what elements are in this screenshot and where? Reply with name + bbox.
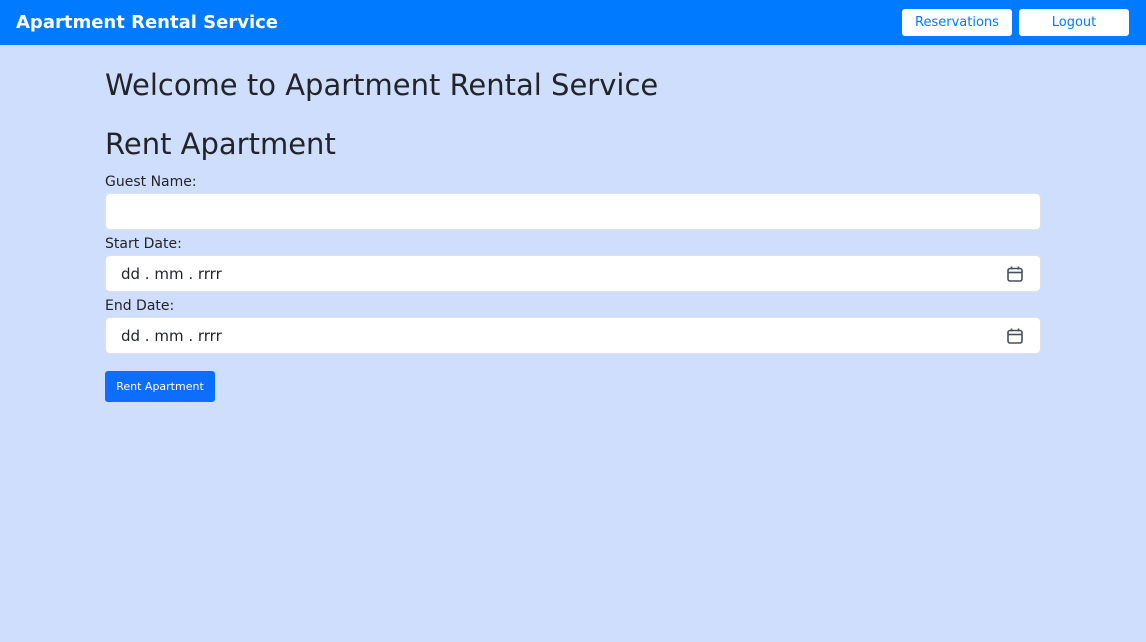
logout-button[interactable]: Logout (1019, 9, 1129, 36)
calendar-icon[interactable] (1006, 327, 1024, 345)
end-date-label: End Date: (105, 298, 175, 314)
start-date-label: Start Date: (105, 236, 182, 252)
top-navbar: Apartment Rental Service Reservations Lo… (0, 0, 1146, 45)
brand-title[interactable]: Apartment Rental Service (16, 11, 278, 35)
start-date-input[interactable]: dd . mm . rrrr (105, 255, 1041, 292)
rent-apartment-button[interactable]: Rent Apartment (105, 371, 215, 402)
end-date-input[interactable]: dd . mm . rrrr (105, 317, 1041, 354)
guest-name-input[interactable] (106, 194, 1040, 229)
guest-name-field-container (105, 193, 1041, 230)
welcome-heading: Welcome to Apartment Rental Service (105, 68, 659, 102)
start-date-display: dd . mm . rrrr (121, 265, 222, 283)
guest-name-label: Guest Name: (105, 174, 197, 190)
reservations-button[interactable]: Reservations (902, 9, 1012, 36)
form-title: Rent Apartment (105, 127, 336, 161)
end-date-display: dd . mm . rrrr (121, 327, 222, 345)
calendar-icon[interactable] (1006, 265, 1024, 283)
